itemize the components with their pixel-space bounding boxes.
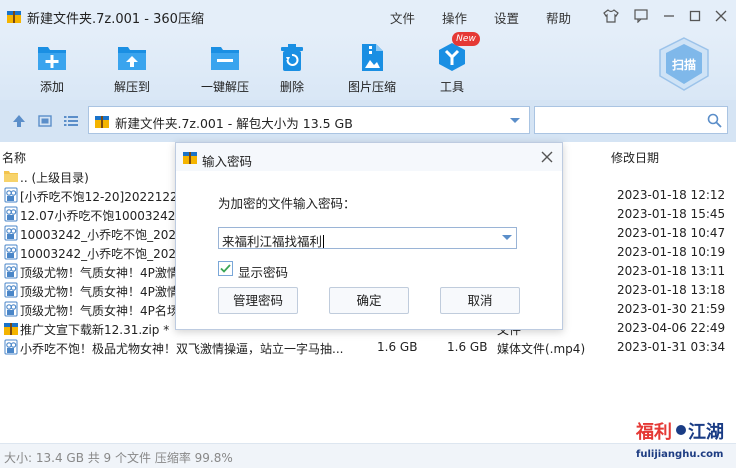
search-icon[interactable] bbox=[707, 113, 722, 128]
video-file-icon bbox=[4, 206, 18, 222]
status-text: 大小: 13.4 GB 共 9 个文件 压缩率 99.8% bbox=[4, 451, 233, 465]
password-value: 来福利江福找福利 bbox=[222, 234, 325, 249]
dialog-title: 输入密码 bbox=[202, 154, 253, 169]
image-compress-label: 图片压缩 bbox=[347, 80, 396, 94]
file-name: 10003242_小乔吃不饱_2022 bbox=[20, 228, 184, 242]
video-file-icon bbox=[4, 187, 18, 203]
image-compress-icon bbox=[362, 44, 383, 71]
file-modified-date: 2023-01-18 10:19 bbox=[617, 245, 726, 259]
watermark-url: fulijianghu.com bbox=[636, 449, 724, 460]
path-field[interactable]: 新建文件夹.7z.001 - 解包大小为 13.5 GB bbox=[88, 106, 530, 134]
file-name: 顶级尤物！气质女神！4P激情 bbox=[20, 285, 179, 299]
file-modified-date: 2023-01-18 13:18 bbox=[617, 283, 726, 297]
file-name: 顶级尤物！气质女神！4P名场 bbox=[20, 304, 179, 318]
column-modified-header[interactable]: 修改日期 bbox=[611, 149, 659, 166]
folder-icon bbox=[4, 171, 18, 182]
watermark-logo: 福利 江湖 bbox=[635, 420, 726, 443]
watermark-logo-image: 福利 江湖 bbox=[635, 421, 724, 443]
search-input[interactable] bbox=[534, 106, 728, 134]
file-modified-date: 2023-01-18 10:47 bbox=[617, 226, 726, 240]
menu-settings[interactable]: 设置 bbox=[494, 8, 519, 27]
add-button[interactable]: 添加 bbox=[7, 38, 97, 98]
trash-icon bbox=[281, 44, 303, 71]
file-name: 12.07小乔吃不饱10003242- bbox=[20, 209, 180, 223]
file-type: 媒体文件(.mp4) bbox=[497, 342, 586, 356]
file-name: 顶级尤物！气质女神！4P激情 bbox=[20, 266, 179, 280]
maximize-icon[interactable] bbox=[684, 6, 706, 26]
window-title: 新建文件夹.7z.001 - 360压缩 bbox=[27, 12, 204, 27]
file-packed-size: 1.6 GB bbox=[447, 340, 488, 354]
file-modified-date: 2023-04-06 22:49 bbox=[617, 321, 726, 335]
dialog-header: 输入密码 bbox=[176, 143, 562, 171]
menu-operate[interactable]: 操作 bbox=[442, 8, 467, 27]
file-modified-date: 2023-01-30 21:59 bbox=[617, 302, 726, 316]
up-arrow-icon[interactable] bbox=[11, 113, 27, 129]
extract-to-label: 解压到 bbox=[113, 80, 150, 94]
password-input[interactable]: 来福利江福找福利 bbox=[218, 227, 517, 249]
feedback-icon[interactable] bbox=[630, 6, 652, 26]
close-icon[interactable] bbox=[710, 6, 732, 26]
delete-label: 删除 bbox=[279, 80, 304, 94]
tools-label: 工具 bbox=[439, 80, 464, 94]
file-name: 推广文宣下载新12.31.zip * bbox=[20, 323, 170, 337]
scan-button[interactable]: 扫描 bbox=[656, 36, 712, 92]
archive-icon bbox=[95, 116, 109, 128]
dialog-prompt: 为加密的文件输入密码： bbox=[218, 196, 356, 211]
tools-icon bbox=[439, 43, 465, 71]
show-password-label: 显示密码 bbox=[238, 265, 289, 280]
file-row[interactable]: 小乔吃不饱！极品尤物女神！双飞激情操逼，站立一字马抽... 1.6 GB 1.6 G… bbox=[0, 338, 736, 357]
file-name: 小乔吃不饱！极品尤物女神！双飞激情操逼，站立一字马抽... bbox=[20, 342, 344, 356]
menu-help[interactable]: 帮助 bbox=[546, 8, 571, 27]
zip-file-icon bbox=[4, 323, 18, 335]
one-click-extract-icon bbox=[211, 47, 239, 70]
password-dialog: 输入密码 为加密的文件输入密码： 来福利江福找福利 显示密码 管理密码 确定 取… bbox=[175, 142, 563, 330]
toolbar: 添加 解压到 一键解压 删除 图片压缩 工具 New 扫描 bbox=[0, 32, 736, 100]
video-file-icon bbox=[4, 244, 18, 260]
chevron-down-icon[interactable] bbox=[502, 235, 512, 241]
scan-label: 扫描 bbox=[671, 58, 696, 72]
file-size: 1.6 GB bbox=[377, 340, 418, 354]
checkmark-icon bbox=[220, 264, 231, 273]
svg-text:江湖: 江湖 bbox=[688, 422, 724, 442]
add-label: 添加 bbox=[39, 80, 64, 94]
path-text: 新建文件夹.7z.001 - 解包大小为 13.5 GB bbox=[115, 116, 353, 131]
file-name: [小乔吃不饱12-20]20221220 bbox=[20, 190, 186, 204]
minimize-icon[interactable] bbox=[658, 6, 680, 26]
file-modified-date: 2023-01-31 03:34 bbox=[617, 340, 726, 354]
show-password-checkbox[interactable] bbox=[218, 261, 233, 276]
chevron-down-icon[interactable] bbox=[509, 117, 521, 125]
menu-file[interactable]: 文件 bbox=[390, 8, 415, 27]
svg-text:福利: 福利 bbox=[636, 421, 672, 442]
dialog-close-icon[interactable] bbox=[538, 148, 556, 166]
extract-to-icon bbox=[118, 47, 146, 70]
list-view-icon[interactable] bbox=[63, 113, 79, 129]
new-badge: New bbox=[452, 32, 480, 46]
video-file-icon bbox=[4, 339, 18, 355]
file-name: 10003242_小乔吃不饱_2022 bbox=[20, 247, 184, 261]
file-modified-date: 2023-01-18 12:12 bbox=[617, 188, 726, 202]
file-name: .. (上级目录) bbox=[20, 171, 89, 185]
thumbnail-view-icon[interactable] bbox=[37, 113, 53, 129]
archive-icon bbox=[183, 152, 197, 164]
cancel-button[interactable]: 取消 bbox=[440, 287, 520, 314]
file-modified-date: 2023-01-18 13:11 bbox=[617, 264, 726, 278]
video-file-icon bbox=[4, 225, 18, 241]
tools-button[interactable]: 工具 bbox=[407, 38, 497, 98]
file-modified-date: 2023-01-18 15:45 bbox=[617, 207, 726, 221]
skin-shirt-icon[interactable] bbox=[600, 6, 622, 26]
delete-button[interactable]: 删除 bbox=[247, 38, 337, 98]
video-file-icon bbox=[4, 263, 18, 279]
extract-to-button[interactable]: 解压到 bbox=[87, 38, 177, 98]
app-archive-icon bbox=[7, 11, 21, 23]
manage-password-button[interactable]: 管理密码 bbox=[218, 287, 298, 314]
image-compress-button[interactable]: 图片压缩 bbox=[327, 38, 417, 98]
video-file-icon bbox=[4, 282, 18, 298]
video-file-icon bbox=[4, 301, 18, 317]
add-icon bbox=[38, 47, 66, 70]
column-name-header[interactable]: 名称 bbox=[2, 149, 26, 166]
status-bar: 大小: 13.4 GB 共 9 个文件 压缩率 99.8% bbox=[0, 443, 736, 468]
ok-button[interactable]: 确定 bbox=[329, 287, 409, 314]
title-bar: 新建文件夹.7z.001 - 360压缩 文件 操作 设置 帮助 bbox=[0, 0, 736, 32]
